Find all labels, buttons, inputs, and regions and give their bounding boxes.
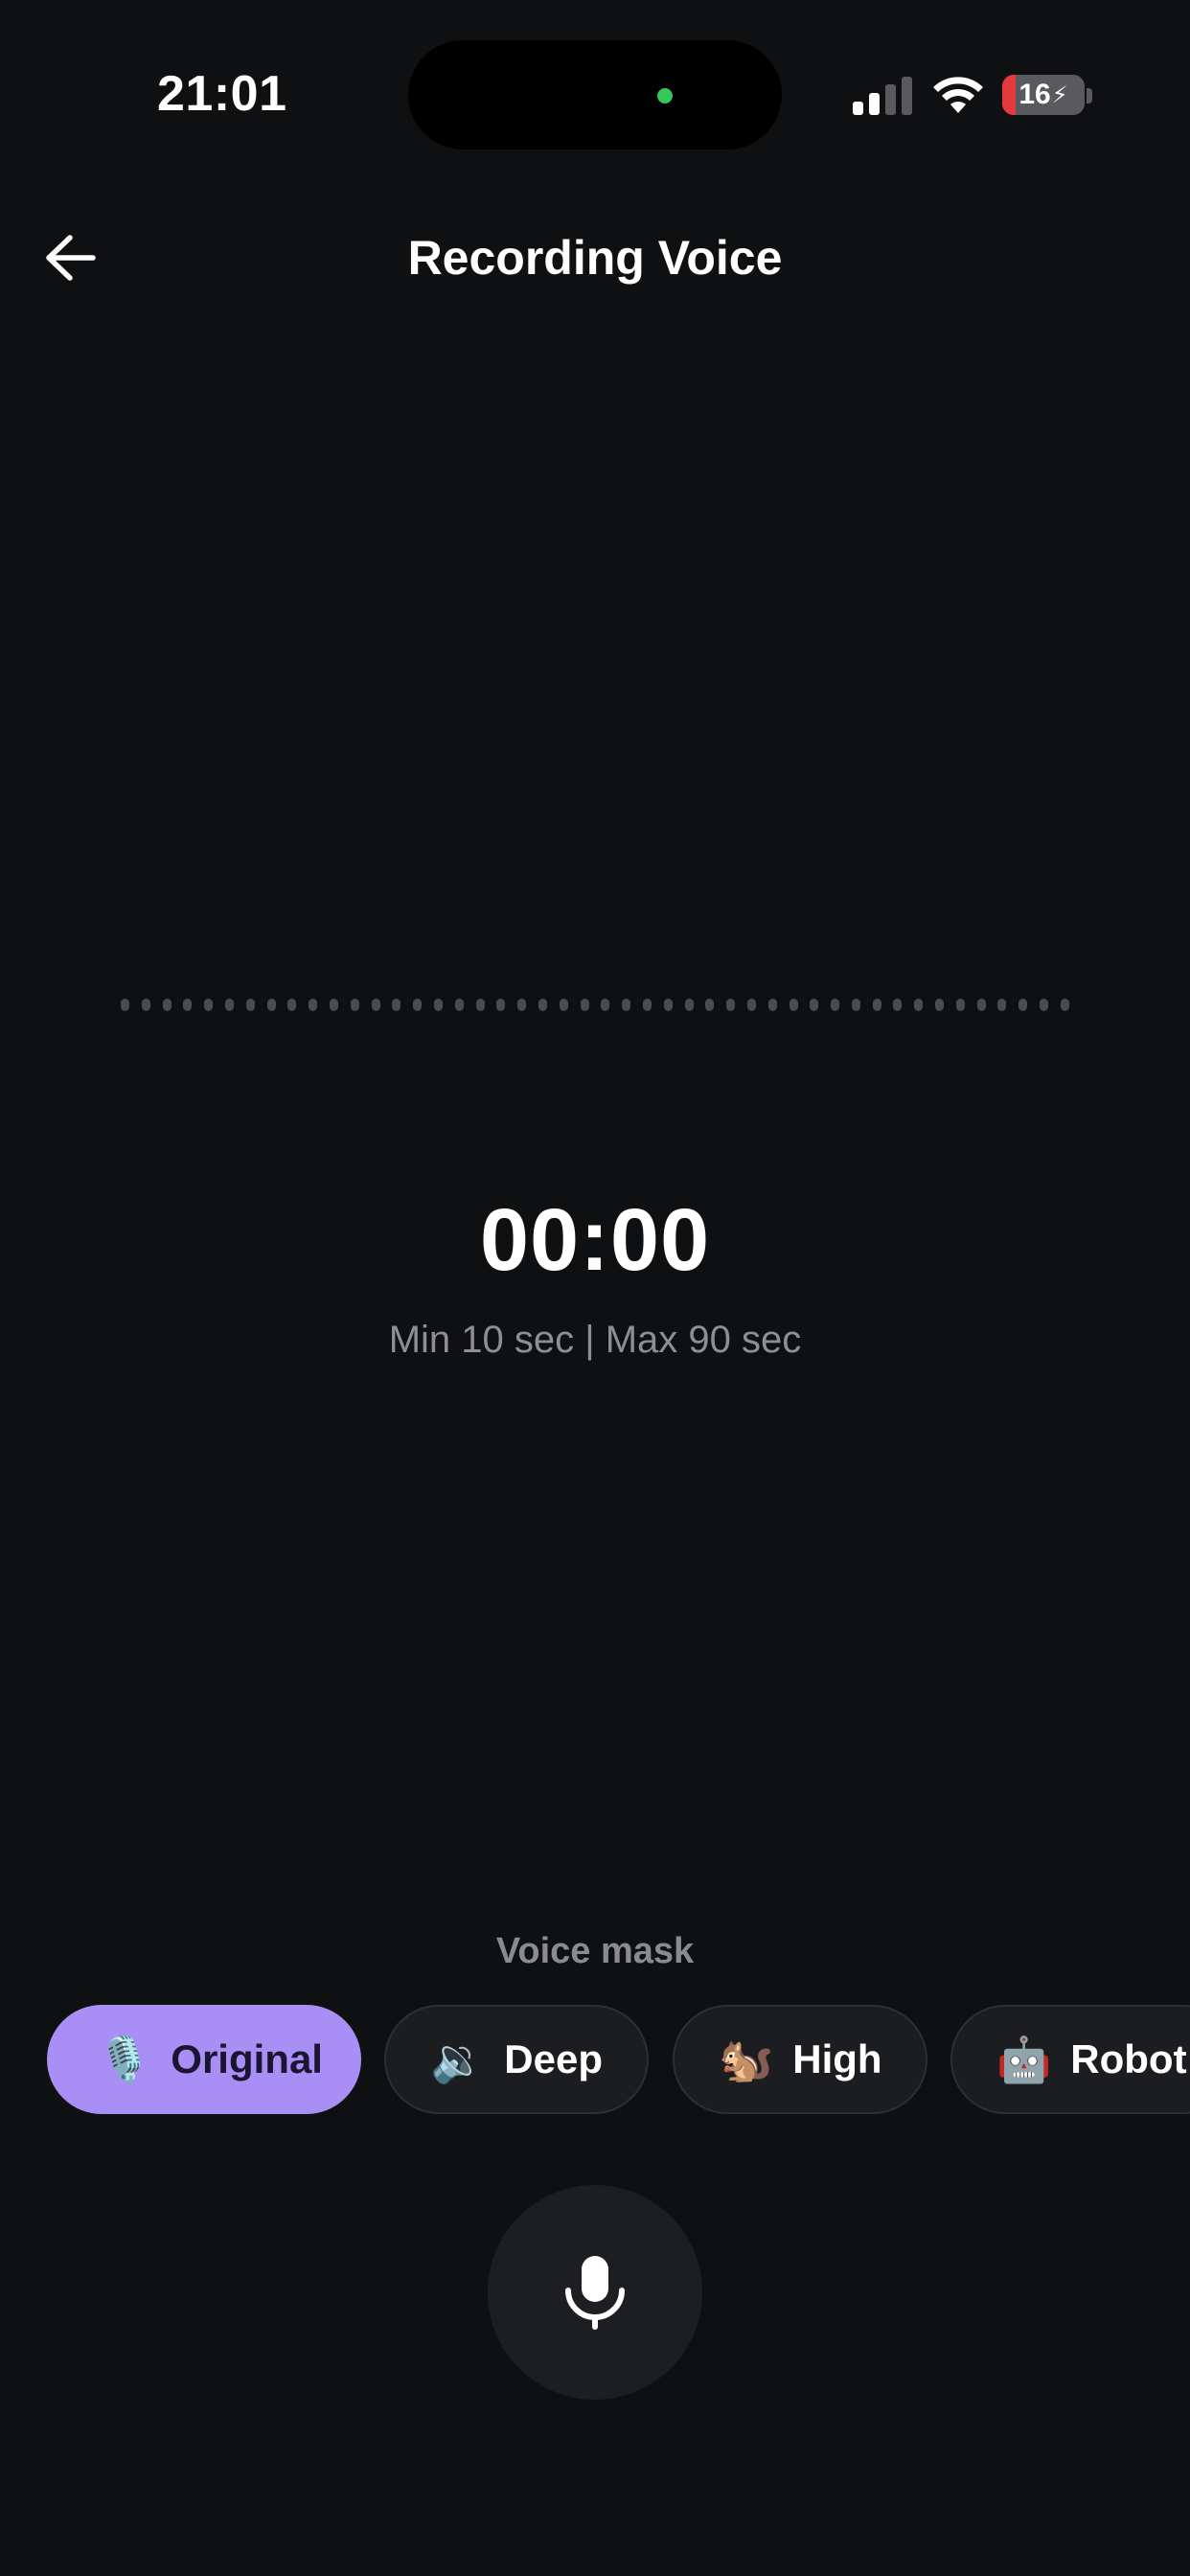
waveform-dot — [433, 998, 443, 1011]
dynamic-island — [408, 40, 782, 150]
voice-mask-label-deep: Deep — [504, 2036, 603, 2082]
waveform-dot — [559, 998, 568, 1011]
waveform-dot — [329, 998, 338, 1011]
waveform-dot — [684, 998, 694, 1011]
record-button[interactable] — [488, 2185, 702, 2400]
recording-voice-screen: 21:01 16 ⚡ Recording Voice 00:00 Min 10 s… — [0, 0, 1190, 2576]
waveform-dot — [622, 998, 631, 1011]
waveform-dot — [371, 998, 380, 1011]
voice-mask-original[interactable]: 🎙️ Original — [47, 2005, 361, 2114]
voice-mask-label-original: Original — [171, 2036, 323, 2082]
waveform-dot — [767, 998, 777, 1011]
waveform-dot — [580, 998, 589, 1011]
waveform-dot — [475, 998, 485, 1011]
waveform-dot — [121, 998, 129, 1011]
waveform-dot — [872, 998, 881, 1011]
wifi-icon — [933, 77, 983, 113]
waveform-dot — [955, 998, 965, 1011]
waveform-dot — [663, 998, 673, 1011]
waveform-dot — [350, 998, 359, 1011]
voice-mask-options: 🎙️ Original 🔉 Deep 🐿️ High 🤖 Robot — [0, 2005, 1190, 2114]
robot-icon: 🤖 — [996, 2035, 1052, 2084]
waveform-dot — [538, 998, 547, 1011]
microphone-icon — [565, 2256, 625, 2330]
waveform-dot — [601, 998, 610, 1011]
waveform-dot — [705, 998, 715, 1011]
speaker-icon: 🔉 — [430, 2035, 486, 2084]
status-time: 21:01 — [157, 66, 287, 122]
chipmunk-icon: 🐿️ — [719, 2035, 774, 2084]
waveform-dot — [141, 998, 150, 1011]
waveform-dot — [726, 998, 736, 1011]
voice-mask-label-robot: Robot — [1070, 2036, 1187, 2082]
voice-mask-label-high: High — [792, 2036, 882, 2082]
waveform-dot — [517, 998, 527, 1011]
page-title: Recording Voice — [407, 231, 783, 285]
recording-timer: 00:00 — [479, 1191, 711, 1289]
waveform-dot — [1018, 998, 1028, 1011]
waveform-dot — [976, 998, 986, 1011]
waveform-dot — [851, 998, 860, 1011]
waveform-dot — [997, 998, 1007, 1011]
battery-level: 16 ⚡ — [1018, 79, 1068, 110]
voice-mask-label: Voice mask — [495, 1931, 695, 1971]
waveform-dot — [204, 998, 214, 1011]
waveform-dot — [1060, 998, 1069, 1011]
waveform-dot — [224, 998, 234, 1011]
waveform-dot — [893, 998, 903, 1011]
waveform-dot — [309, 998, 318, 1011]
waveform-dot — [454, 998, 464, 1011]
studio-microphone-icon: 🎙️ — [97, 2035, 152, 2084]
battery-cap — [1087, 88, 1092, 104]
waveform-dot — [935, 998, 945, 1011]
waveform-dot — [162, 998, 172, 1011]
waveform-dot — [789, 998, 798, 1011]
waveform-dot — [1040, 998, 1049, 1011]
camera-in-use-indicator — [657, 88, 673, 104]
waveform-dot — [392, 998, 401, 1011]
waveform-dot — [831, 998, 840, 1011]
waveform-dot — [287, 998, 297, 1011]
waveform-dot — [413, 998, 423, 1011]
audio-waveform — [121, 997, 1069, 1012]
waveform-dot — [183, 998, 193, 1011]
waveform-dot — [642, 998, 652, 1011]
battery-indicator: 16 ⚡ — [1002, 75, 1085, 115]
waveform-dot — [266, 998, 276, 1011]
waveform-dot — [914, 998, 924, 1011]
cellular-signal-icon — [853, 77, 912, 115]
waveform-dot — [496, 998, 506, 1011]
voice-mask-high[interactable]: 🐿️ High — [673, 2005, 927, 2114]
voice-mask-deep[interactable]: 🔉 Deep — [384, 2005, 649, 2114]
waveform-dot — [810, 998, 819, 1011]
voice-mask-robot[interactable]: 🤖 Robot — [950, 2005, 1190, 2114]
waveform-dot — [746, 998, 756, 1011]
waveform-dot — [245, 998, 255, 1011]
duration-limits: Min 10 sec | Max 90 sec — [388, 1319, 802, 1361]
